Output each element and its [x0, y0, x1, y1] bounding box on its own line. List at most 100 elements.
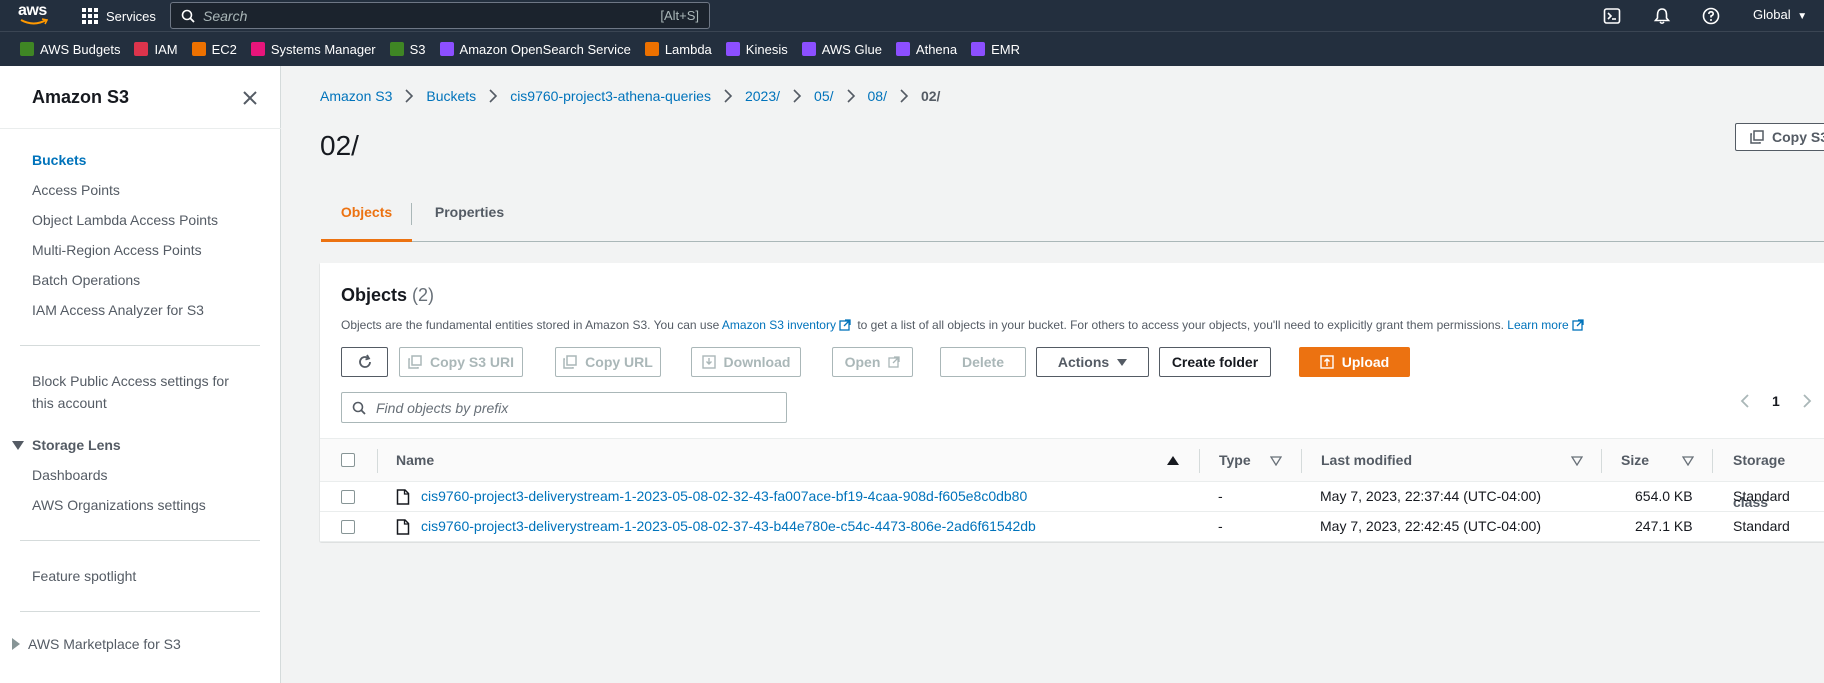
sidebar-section-storage-lens[interactable]: Storage Lens [12, 437, 121, 453]
copy-icon [563, 355, 577, 369]
caret-down-icon: ▼ [1797, 11, 1808, 22]
column-header-storage-class[interactable]: Storage class [1733, 439, 1824, 510]
breadcrumb-folder-08[interactable]: 08/ [868, 88, 887, 104]
favorite-opensearch[interactable]: Amazon OpenSearch Service [439, 42, 631, 57]
sidebar-item-access-points[interactable]: Access Points [32, 179, 120, 201]
file-icon [396, 489, 410, 505]
sort-ascending-icon[interactable] [1167, 456, 1179, 465]
tab-properties[interactable]: Properties [412, 195, 527, 242]
lambda-service-icon [644, 42, 659, 56]
sidebar: Amazon S3 Buckets Access Points Object L… [0, 66, 281, 683]
breadcrumb-amazon-s3[interactable]: Amazon S3 [320, 88, 392, 104]
sidebar-item-multi-region-access-points[interactable]: Multi-Region Access Points [32, 239, 202, 261]
refresh-icon [358, 354, 371, 368]
breadcrumb-folder-05[interactable]: 05/ [814, 88, 833, 104]
actions-dropdown[interactable]: Actions [1036, 347, 1149, 377]
favorite-aws-budgets[interactable]: AWS Budgets [20, 42, 120, 57]
region-selector[interactable]: Global ▼ [1753, 7, 1807, 22]
delete-button[interactable]: Delete [940, 347, 1026, 377]
objects-count: (2) [412, 285, 435, 305]
sidebar-item-organizations-settings[interactable]: AWS Organizations settings [32, 494, 206, 516]
object-name-link[interactable]: cis9760-project3-deliverystream-1-2023-0… [421, 512, 1036, 542]
objects-description: Objects are the fundamental entities sto… [341, 318, 1587, 332]
expanded-caret-icon [12, 440, 24, 450]
column-header-name[interactable]: Name [396, 439, 434, 483]
breadcrumb-buckets[interactable]: Buckets [426, 88, 476, 104]
copy-url-button[interactable]: Copy URL [555, 347, 661, 377]
services-menu-button[interactable]: Services [82, 6, 156, 26]
sidebar-item-buckets[interactable]: Buckets [32, 149, 86, 171]
upload-button[interactable]: Upload [1299, 347, 1410, 377]
search-shortcut: [Alt+S] [660, 8, 699, 23]
sidebar-item-batch-operations[interactable]: Batch Operations [32, 269, 140, 291]
learn-more-link[interactable]: Learn more [1507, 318, 1568, 332]
favorite-aws-glue[interactable]: AWS Glue [801, 42, 882, 57]
column-header-last-modified[interactable]: Last modified [1321, 439, 1412, 483]
favorite-iam[interactable]: IAM [134, 42, 178, 57]
select-all-checkbox[interactable] [341, 453, 355, 467]
copy-s3-uri-toolbar-button[interactable]: Copy S3 URI [399, 347, 523, 377]
objects-panel: Objects (2) Objects are the fundamental … [320, 263, 1824, 542]
sort-icon[interactable] [1270, 456, 1282, 466]
column-header-type[interactable]: Type [1219, 439, 1251, 483]
breadcrumb-current: 02/ [920, 88, 941, 104]
chevron-left-icon[interactable] [1740, 393, 1750, 409]
tab-objects[interactable]: Objects [321, 195, 412, 242]
sidebar-title: Amazon S3 [32, 87, 130, 107]
open-button[interactable]: Open [832, 347, 913, 377]
page-number[interactable]: 1 [1772, 393, 1780, 409]
chevron-right-icon[interactable] [1802, 393, 1812, 409]
search-input[interactable]: Search [Alt+S] [170, 2, 710, 29]
object-type: - [1218, 518, 1223, 534]
column-header-size[interactable]: Size [1621, 439, 1649, 483]
s3-inventory-link[interactable]: Amazon S3 inventory [722, 318, 836, 332]
tab-bar: Objects Properties [321, 195, 1824, 242]
external-link-icon [888, 356, 901, 368]
sidebar-item-feature-spotlight[interactable]: Feature spotlight [32, 565, 136, 587]
sidebar-section-marketplace[interactable]: AWS Marketplace for S3 [12, 636, 181, 652]
table-row[interactable]: cis9760-project3-deliverystream-1-2023-0… [320, 512, 1824, 542]
glue-service-icon [801, 42, 816, 56]
find-objects-input[interactable]: Find objects by prefix [341, 392, 787, 423]
iam-service-icon [134, 42, 149, 56]
sidebar-item-dashboards[interactable]: Dashboards [32, 464, 108, 486]
sort-icon[interactable] [1682, 456, 1694, 466]
cloudshell-icon[interactable] [1603, 7, 1621, 25]
sidebar-divider [20, 345, 260, 346]
external-link-icon [1571, 319, 1584, 331]
copy-s3-uri-button[interactable]: Copy S3 [1735, 123, 1824, 151]
sidebar-item-block-public-access[interactable]: Block Public Access settings for this ac… [32, 370, 229, 414]
services-grid-icon [82, 8, 98, 24]
breadcrumb-folder-2023[interactable]: 2023/ [745, 88, 780, 104]
breadcrumb-bucket[interactable]: cis9760-project3-athena-queries [510, 88, 711, 104]
favorite-lambda[interactable]: Lambda [644, 42, 712, 57]
chevron-right-icon [405, 89, 414, 103]
sidebar-item-iam-access-analyzer[interactable]: IAM Access Analyzer for S3 [32, 299, 204, 321]
row-checkbox[interactable] [341, 490, 355, 504]
row-checkbox[interactable] [341, 520, 355, 534]
sidebar-divider [20, 611, 260, 612]
download-icon [701, 355, 716, 369]
emr-service-icon [971, 42, 986, 56]
favorite-athena[interactable]: Athena [895, 42, 957, 57]
object-storage-class: Standard [1733, 518, 1790, 534]
refresh-button[interactable] [341, 347, 388, 377]
favorite-systems-manager[interactable]: Systems Manager [250, 42, 376, 57]
aws-logo[interactable]: aws [18, 3, 52, 28]
download-button[interactable]: Download [691, 347, 801, 377]
create-folder-button[interactable]: Create folder [1159, 347, 1271, 377]
favorite-s3[interactable]: S3 [389, 42, 426, 57]
favorite-kinesis[interactable]: Kinesis [725, 42, 788, 57]
favorites-bar: AWS Budgets IAM EC2 Systems Manager S3 A… [0, 31, 1824, 66]
file-icon [396, 519, 410, 535]
copy-icon [408, 355, 422, 369]
sidebar-item-object-lambda-access-points[interactable]: Object Lambda Access Points [32, 209, 218, 231]
help-icon[interactable] [1702, 7, 1720, 25]
object-name-link[interactable]: cis9760-project3-deliverystream-1-2023-0… [421, 482, 1027, 512]
table-row[interactable]: cis9760-project3-deliverystream-1-2023-0… [320, 482, 1824, 512]
favorite-ec2[interactable]: EC2 [191, 42, 237, 57]
close-sidebar-icon[interactable] [240, 88, 260, 108]
favorite-emr[interactable]: EMR [971, 42, 1020, 57]
notifications-bell-icon[interactable] [1653, 7, 1671, 25]
sort-icon[interactable] [1571, 456, 1583, 466]
